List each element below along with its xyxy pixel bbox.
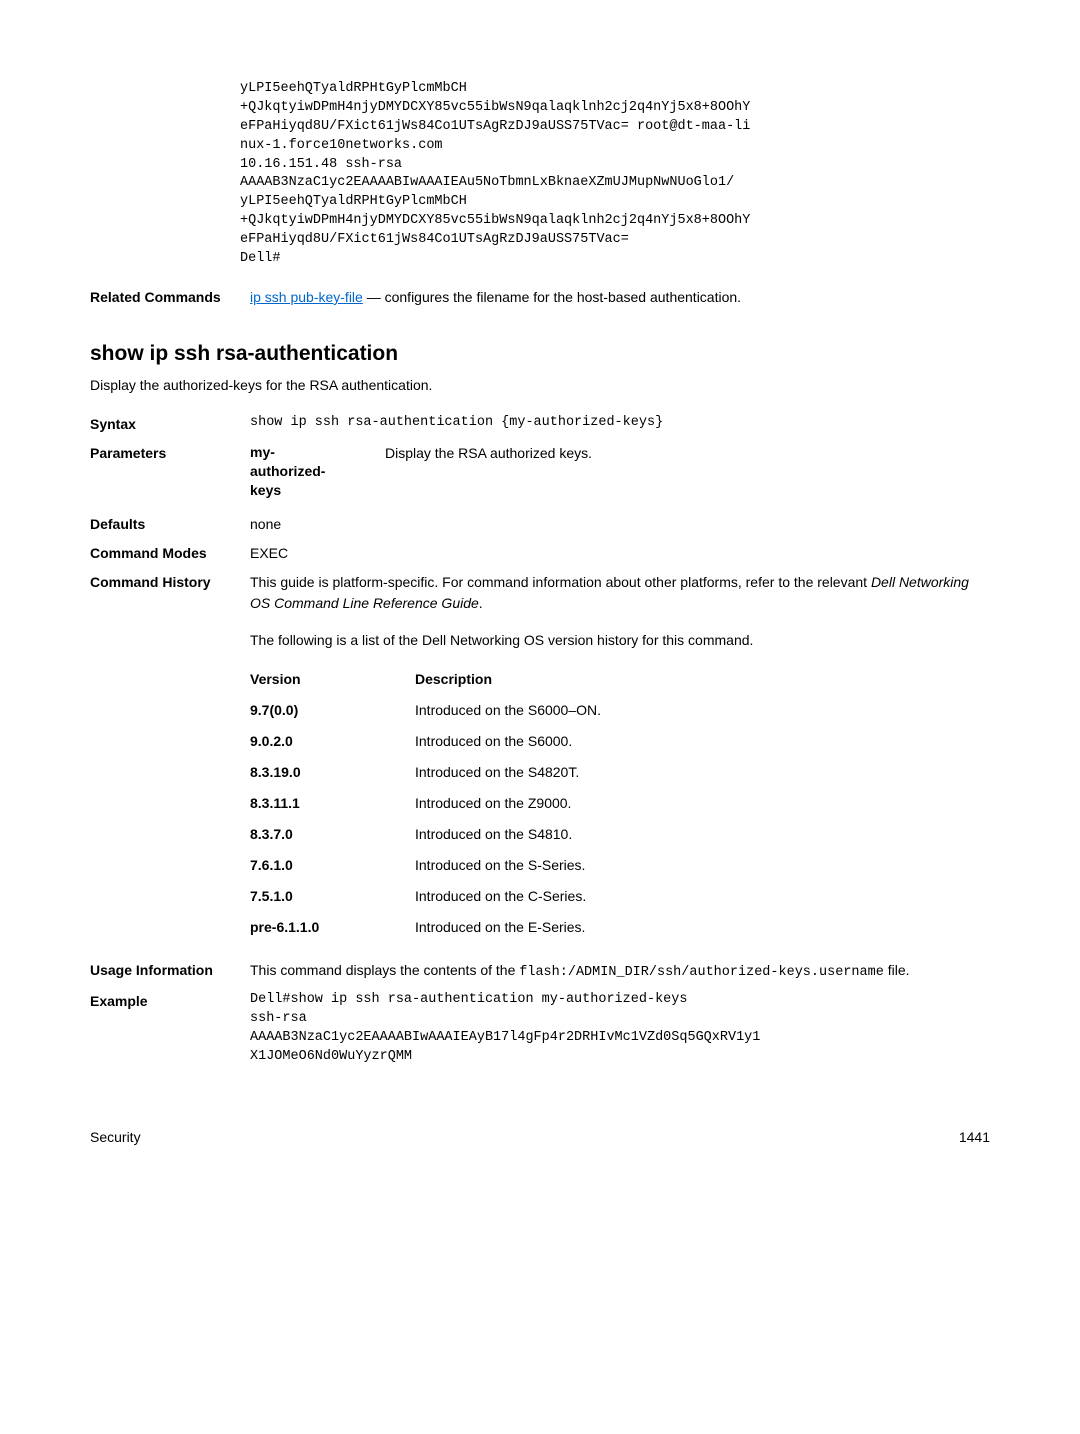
command-history-label: Command History [90, 572, 250, 593]
defaults-label: Defaults [90, 514, 250, 535]
version-cell: pre-6.1.1.0 [250, 917, 415, 938]
version-cell: 7.6.1.0 [250, 855, 415, 876]
command-intro: Display the authorized-keys for the RSA … [90, 375, 990, 396]
description-cell: Introduced on the S6000–ON. [415, 700, 990, 721]
history-para1-b: . [479, 595, 483, 611]
table-row: 7.5.1.0 Introduced on the C-Series. [250, 886, 990, 907]
command-modes-value: EXEC [250, 543, 990, 564]
description-cell: Introduced on the S-Series. [415, 855, 990, 876]
description-cell: Introduced on the S6000. [415, 731, 990, 752]
table-row: 7.6.1.0 Introduced on the S-Series. [250, 855, 990, 876]
link-ip-ssh-pub-key-file[interactable]: ip ssh pub-key-file [250, 289, 363, 305]
description-cell: Introduced on the Z9000. [415, 793, 990, 814]
description-cell: Introduced on the C-Series. [415, 886, 990, 907]
example-output-continuation: yLPI5eehQTyaldRPHtGyPlcmMbCH +QJkqtyiwDP… [240, 80, 990, 269]
parameter-description: Display the RSA authorized keys. [385, 443, 990, 464]
parameter-name: my- authorized- keys [250, 443, 385, 500]
table-row: 9.0.2.0 Introduced on the S6000. [250, 731, 990, 752]
example-label: Example [90, 991, 250, 1012]
command-heading: show ip ssh rsa-authentication [90, 338, 990, 370]
usage-code: flash:/ADMIN_DIR/ssh/authorized-keys.use… [519, 965, 884, 980]
history-para2: The following is a list of the Dell Netw… [250, 630, 990, 651]
usage-information-label: Usage Information [90, 960, 250, 981]
syntax-label: Syntax [90, 414, 250, 435]
related-commands-text: — configures the filename for the host-b… [363, 289, 741, 305]
version-cell: 7.5.1.0 [250, 886, 415, 907]
table-row: 9.7(0.0) Introduced on the S6000–ON. [250, 700, 990, 721]
usage-text-b: file. [884, 962, 910, 978]
example-code: Dell#show ip ssh rsa-authentication my-a… [250, 991, 990, 1067]
footer-page-number: 1441 [959, 1127, 990, 1148]
table-row: 8.3.19.0 Introduced on the S4820T. [250, 762, 990, 783]
version-cell: 8.3.7.0 [250, 824, 415, 845]
table-row: 8.3.7.0 Introduced on the S4810. [250, 824, 990, 845]
description-cell: Introduced on the S4820T. [415, 762, 990, 783]
version-cell: 9.0.2.0 [250, 731, 415, 752]
footer-section-name: Security [90, 1127, 141, 1148]
command-history-content: This guide is platform-specific. For com… [250, 572, 990, 948]
description-header: Description [415, 669, 990, 690]
syntax-code: show ip ssh rsa-authentication {my-autho… [250, 414, 990, 433]
version-header: Version [250, 669, 415, 690]
defaults-value: none [250, 514, 990, 535]
usage-text-a: This command displays the contents of th… [250, 962, 519, 978]
version-cell: 8.3.11.1 [250, 793, 415, 814]
parameters-label: Parameters [90, 443, 250, 464]
command-modes-label: Command Modes [90, 543, 250, 564]
description-cell: Introduced on the E-Series. [415, 917, 990, 938]
table-row: pre-6.1.1.0 Introduced on the E-Series. [250, 917, 990, 938]
table-row: 8.3.11.1 Introduced on the Z9000. [250, 793, 990, 814]
description-cell: Introduced on the S4810. [415, 824, 990, 845]
related-commands-label: Related Commands [90, 287, 250, 308]
version-cell: 9.7(0.0) [250, 700, 415, 721]
history-para1-a: This guide is platform-specific. For com… [250, 574, 871, 590]
version-cell: 8.3.19.0 [250, 762, 415, 783]
usage-information-content: This command displays the contents of th… [250, 960, 990, 983]
related-commands-content: ip ssh pub-key-file — configures the fil… [250, 287, 990, 308]
